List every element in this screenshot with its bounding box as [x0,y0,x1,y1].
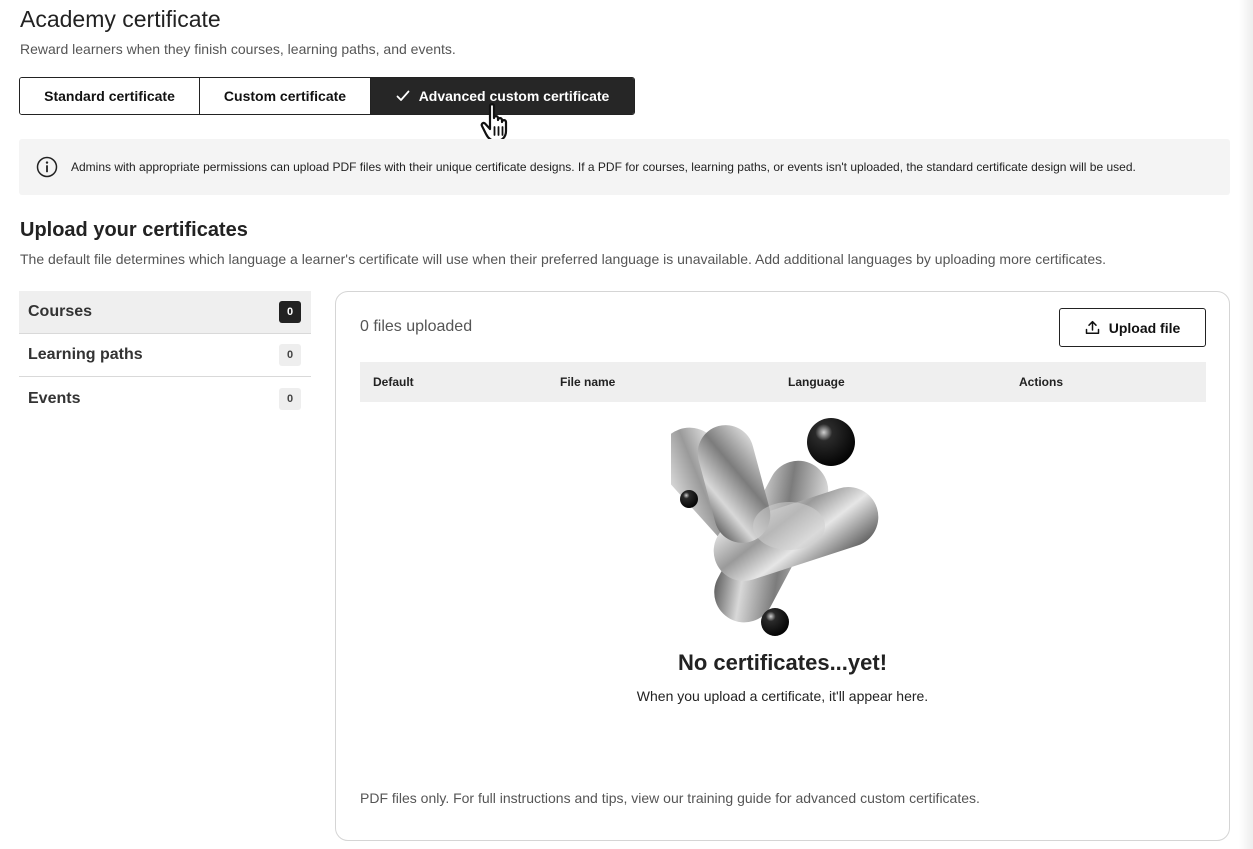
page-subtitle: Reward learners when they finish courses… [20,41,456,57]
empty-state-illustration [658,414,891,649]
column-header-actions: Actions [1019,375,1064,389]
standard-certificate-button[interactable]: Standard certificate [20,78,200,114]
certificates-panel: 0 files uploaded Upload file Default Fil… [335,291,1230,841]
sidebar-item-label: Events [28,389,81,407]
column-header-language: Language [788,375,845,389]
upload-section-description: The default file determines which langua… [20,251,1106,267]
empty-state-title: No certificates...yet! [677,650,888,675]
files-count: 0 files uploaded [360,318,473,335]
certificate-type-selector: Standard certificate Custom certificate … [19,77,635,115]
empty-state-subtitle: When you upload a certificate, it'll app… [636,688,929,704]
custom-certificate-label: Custom certificate [223,88,347,104]
standard-certificate-label: Standard certificate [44,88,175,104]
upload-file-label: Upload file [1108,319,1181,336]
info-text: Admins with appropriate permissions can … [71,160,1136,174]
table-header: Default File name Language Actions [360,362,1206,402]
count-badge: 0 [279,387,301,410]
info-banner: Admins with appropriate permissions can … [19,139,1230,195]
scrollbar-shadow [1239,0,1253,849]
sidebar-item-events[interactable]: Events 0 [19,377,311,420]
custom-certificate-button[interactable]: Custom certificate [200,78,371,114]
upload-icon [1085,320,1100,335]
footnote: PDF files only. For full instructions an… [360,790,980,806]
upload-file-button[interactable]: Upload file [1059,308,1206,347]
count-badge: 0 [279,301,301,323]
page-title: Academy certificate [20,6,221,32]
sidebar-item-learning-paths[interactable]: Learning paths 0 [19,334,311,377]
info-icon [36,156,58,178]
count-badge: 0 [279,344,301,366]
sidebar-item-courses[interactable]: Courses 0 [19,291,311,334]
sidebar-item-label: Courses [28,303,93,320]
upload-section-title: Upload your certificates [20,219,248,241]
check-icon [396,90,410,102]
page: Academy certificate Reward learners when… [0,0,1253,849]
sidebar-item-label: Learning paths [28,346,143,363]
column-header-default: Default [373,375,414,389]
column-header-file-name: File name [560,375,616,389]
category-sidebar: Courses 0 Learning paths 0 Events 0 [19,291,311,420]
